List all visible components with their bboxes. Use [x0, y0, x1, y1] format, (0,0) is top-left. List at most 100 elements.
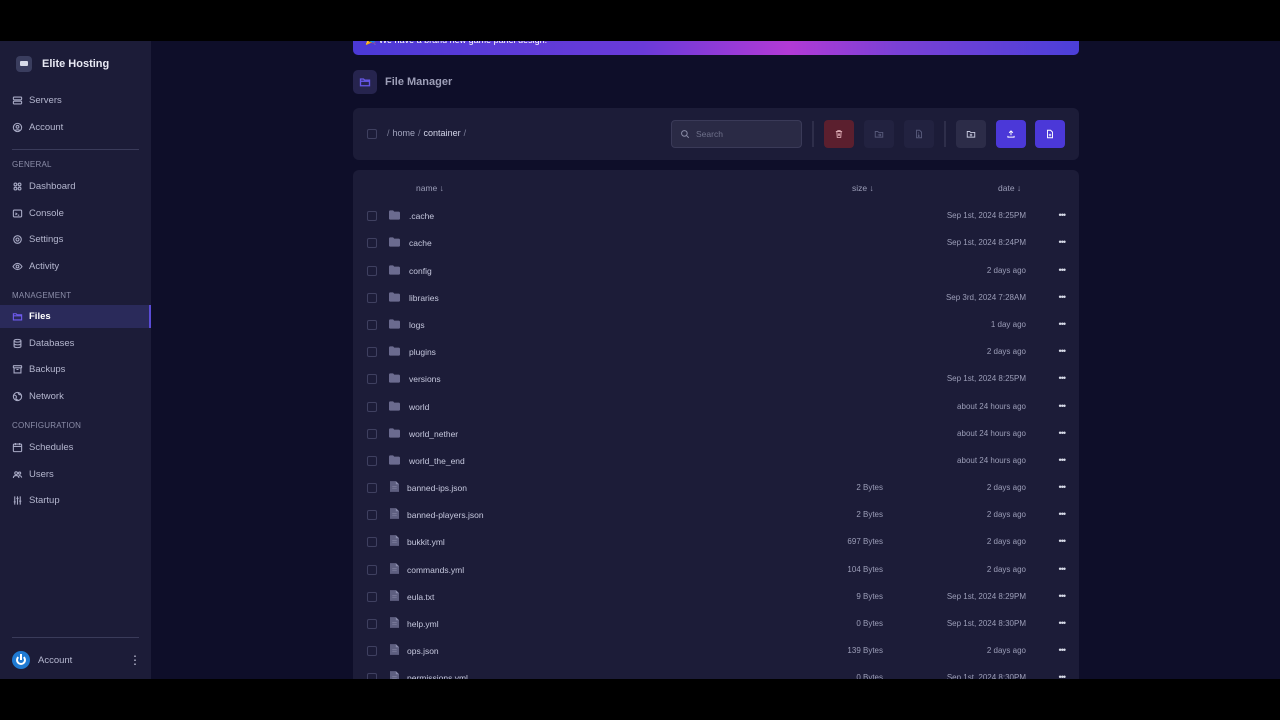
- row-checkbox[interactable]: [367, 347, 377, 357]
- file-name[interactable]: help.yml: [407, 619, 439, 629]
- row-checkbox[interactable]: [367, 618, 377, 629]
- row-checkbox[interactable]: [367, 591, 377, 602]
- file-row[interactable]: ops.json 139 Bytes 2 days ago •••: [353, 637, 1079, 664]
- file-name[interactable]: banned-players.json: [407, 510, 484, 520]
- file-row[interactable]: world_nether about 24 hours ago •••: [353, 420, 1079, 447]
- more-horizontal-icon[interactable]: •••: [1059, 671, 1067, 679]
- file-name[interactable]: permissions.yml: [407, 673, 468, 679]
- row-checkbox[interactable]: [367, 319, 377, 330]
- file-row[interactable]: banned-ips.json 2 Bytes 2 days ago •••: [353, 474, 1079, 501]
- row-checkbox[interactable]: [367, 292, 377, 303]
- row-checkbox[interactable]: [367, 265, 377, 276]
- search-box[interactable]: [671, 120, 802, 148]
- sidebar-item-databases[interactable]: Databases: [0, 332, 151, 355]
- more-horizontal-icon[interactable]: •••: [1059, 400, 1067, 412]
- delete-button[interactable]: [824, 120, 854, 148]
- file-row[interactable]: plugins 2 days ago •••: [353, 338, 1079, 365]
- avatar[interactable]: [12, 651, 30, 669]
- more-horizontal-icon[interactable]: •••: [1059, 644, 1067, 656]
- more-horizontal-icon[interactable]: •••: [1059, 481, 1067, 493]
- more-horizontal-icon[interactable]: •••: [1059, 372, 1067, 384]
- more-horizontal-icon[interactable]: •••: [1059, 454, 1067, 466]
- row-checkbox[interactable]: [367, 510, 377, 520]
- file-row[interactable]: permissions.yml 0 Bytes Sep 1st, 2024 8:…: [353, 664, 1079, 679]
- file-name[interactable]: .cache: [409, 211, 434, 221]
- sidebar-item-files[interactable]: Files: [0, 305, 151, 328]
- sidebar-item-backups[interactable]: Backups: [0, 358, 151, 381]
- file-name[interactable]: versions: [409, 374, 441, 384]
- file-row[interactable]: logs 1 day ago •••: [353, 311, 1079, 338]
- more-horizontal-icon[interactable]: •••: [1059, 590, 1067, 602]
- column-header-name[interactable]: name ↓: [416, 183, 444, 193]
- account-name[interactable]: Account: [38, 655, 121, 666]
- file-row[interactable]: libraries Sep 3rd, 2024 7:28AM •••: [353, 284, 1079, 311]
- more-horizontal-icon[interactable]: •••: [1059, 563, 1067, 575]
- row-checkbox[interactable]: [367, 428, 377, 439]
- file-row[interactable]: help.yml 0 Bytes Sep 1st, 2024 8:30PM ••…: [353, 610, 1079, 637]
- file-row[interactable]: world about 24 hours ago •••: [353, 393, 1079, 420]
- row-checkbox[interactable]: [367, 211, 377, 221]
- more-horizontal-icon[interactable]: •••: [1059, 617, 1067, 629]
- sidebar-item-network[interactable]: Network: [0, 385, 151, 408]
- row-checkbox[interactable]: [367, 565, 377, 575]
- sidebar-item-servers[interactable]: Servers: [0, 89, 151, 112]
- sidebar-item-settings[interactable]: Settings: [0, 228, 151, 251]
- upload-button[interactable]: [996, 120, 1026, 148]
- more-horizontal-icon[interactable]: •••: [1059, 291, 1067, 303]
- file-name[interactable]: commands.yml: [407, 565, 464, 575]
- sidebar-item-startup[interactable]: Startup: [0, 489, 151, 512]
- more-horizontal-icon[interactable]: •••: [1059, 209, 1067, 221]
- file-row[interactable]: commands.yml 104 Bytes 2 days ago •••: [353, 556, 1079, 583]
- file-name[interactable]: banned-ips.json: [407, 483, 467, 493]
- sidebar-item-schedules[interactable]: Schedules: [0, 436, 151, 459]
- more-horizontal-icon[interactable]: •••: [1059, 318, 1067, 330]
- breadcrumb-container[interactable]: container: [424, 128, 461, 138]
- file-row[interactable]: world_the_end about 24 hours ago •••: [353, 447, 1079, 474]
- file-row[interactable]: banned-players.json 2 Bytes 2 days ago •…: [353, 501, 1079, 528]
- file-row[interactable]: bukkit.yml 697 Bytes 2 days ago •••: [353, 528, 1079, 555]
- sidebar-item-account[interactable]: Account: [0, 116, 151, 139]
- archive-button[interactable]: [904, 120, 934, 148]
- file-name[interactable]: world_the_end: [409, 456, 465, 466]
- sidebar-item-users[interactable]: Users: [0, 463, 151, 486]
- file-name[interactable]: plugins: [409, 347, 436, 357]
- more-horizontal-icon[interactable]: •••: [1059, 345, 1067, 357]
- row-checkbox[interactable]: [367, 646, 377, 656]
- new-folder-button[interactable]: [956, 120, 986, 148]
- column-header-size[interactable]: size ↓: [852, 183, 874, 193]
- file-name[interactable]: eula.txt: [407, 592, 434, 602]
- sidebar-item-console[interactable]: Console: [0, 202, 151, 225]
- new-file-button[interactable]: [1035, 120, 1065, 148]
- row-checkbox[interactable]: [367, 483, 377, 493]
- file-name[interactable]: logs: [409, 320, 425, 330]
- file-name[interactable]: libraries: [409, 293, 439, 303]
- row-checkbox[interactable]: [367, 374, 377, 384]
- more-horizontal-icon[interactable]: •••: [1059, 236, 1067, 248]
- brand[interactable]: Elite Hosting: [16, 56, 109, 72]
- row-checkbox[interactable]: [367, 537, 377, 547]
- file-row[interactable]: cache Sep 1st, 2024 8:24PM •••: [353, 229, 1079, 256]
- row-checkbox[interactable]: [367, 238, 377, 248]
- file-name[interactable]: cache: [409, 238, 432, 248]
- breadcrumb-home[interactable]: home: [393, 128, 416, 138]
- file-name[interactable]: world: [409, 402, 429, 412]
- row-checkbox[interactable]: [367, 673, 377, 679]
- column-header-date[interactable]: date ↓: [998, 183, 1021, 193]
- file-row[interactable]: config 2 days ago •••: [353, 257, 1079, 284]
- file-name[interactable]: ops.json: [407, 646, 439, 656]
- more-horizontal-icon[interactable]: •••: [1059, 427, 1067, 439]
- sidebar-item-activity[interactable]: Activity: [0, 255, 151, 278]
- file-row[interactable]: .cache Sep 1st, 2024 8:25PM •••: [353, 202, 1079, 229]
- file-name[interactable]: config: [409, 266, 432, 276]
- file-row[interactable]: versions Sep 1st, 2024 8:25PM •••: [353, 365, 1079, 392]
- kebab-menu-icon[interactable]: ⋮: [129, 654, 141, 666]
- search-input[interactable]: [696, 129, 796, 139]
- more-horizontal-icon[interactable]: •••: [1059, 264, 1067, 276]
- file-name[interactable]: bukkit.yml: [407, 537, 445, 547]
- more-horizontal-icon[interactable]: •••: [1059, 535, 1067, 547]
- more-horizontal-icon[interactable]: •••: [1059, 508, 1067, 520]
- select-all-checkbox[interactable]: [367, 129, 377, 139]
- announcement-banner[interactable]: 🎉 We have a brand new game panel design!: [353, 41, 1079, 55]
- row-checkbox[interactable]: [367, 455, 377, 466]
- file-name[interactable]: world_nether: [409, 429, 458, 439]
